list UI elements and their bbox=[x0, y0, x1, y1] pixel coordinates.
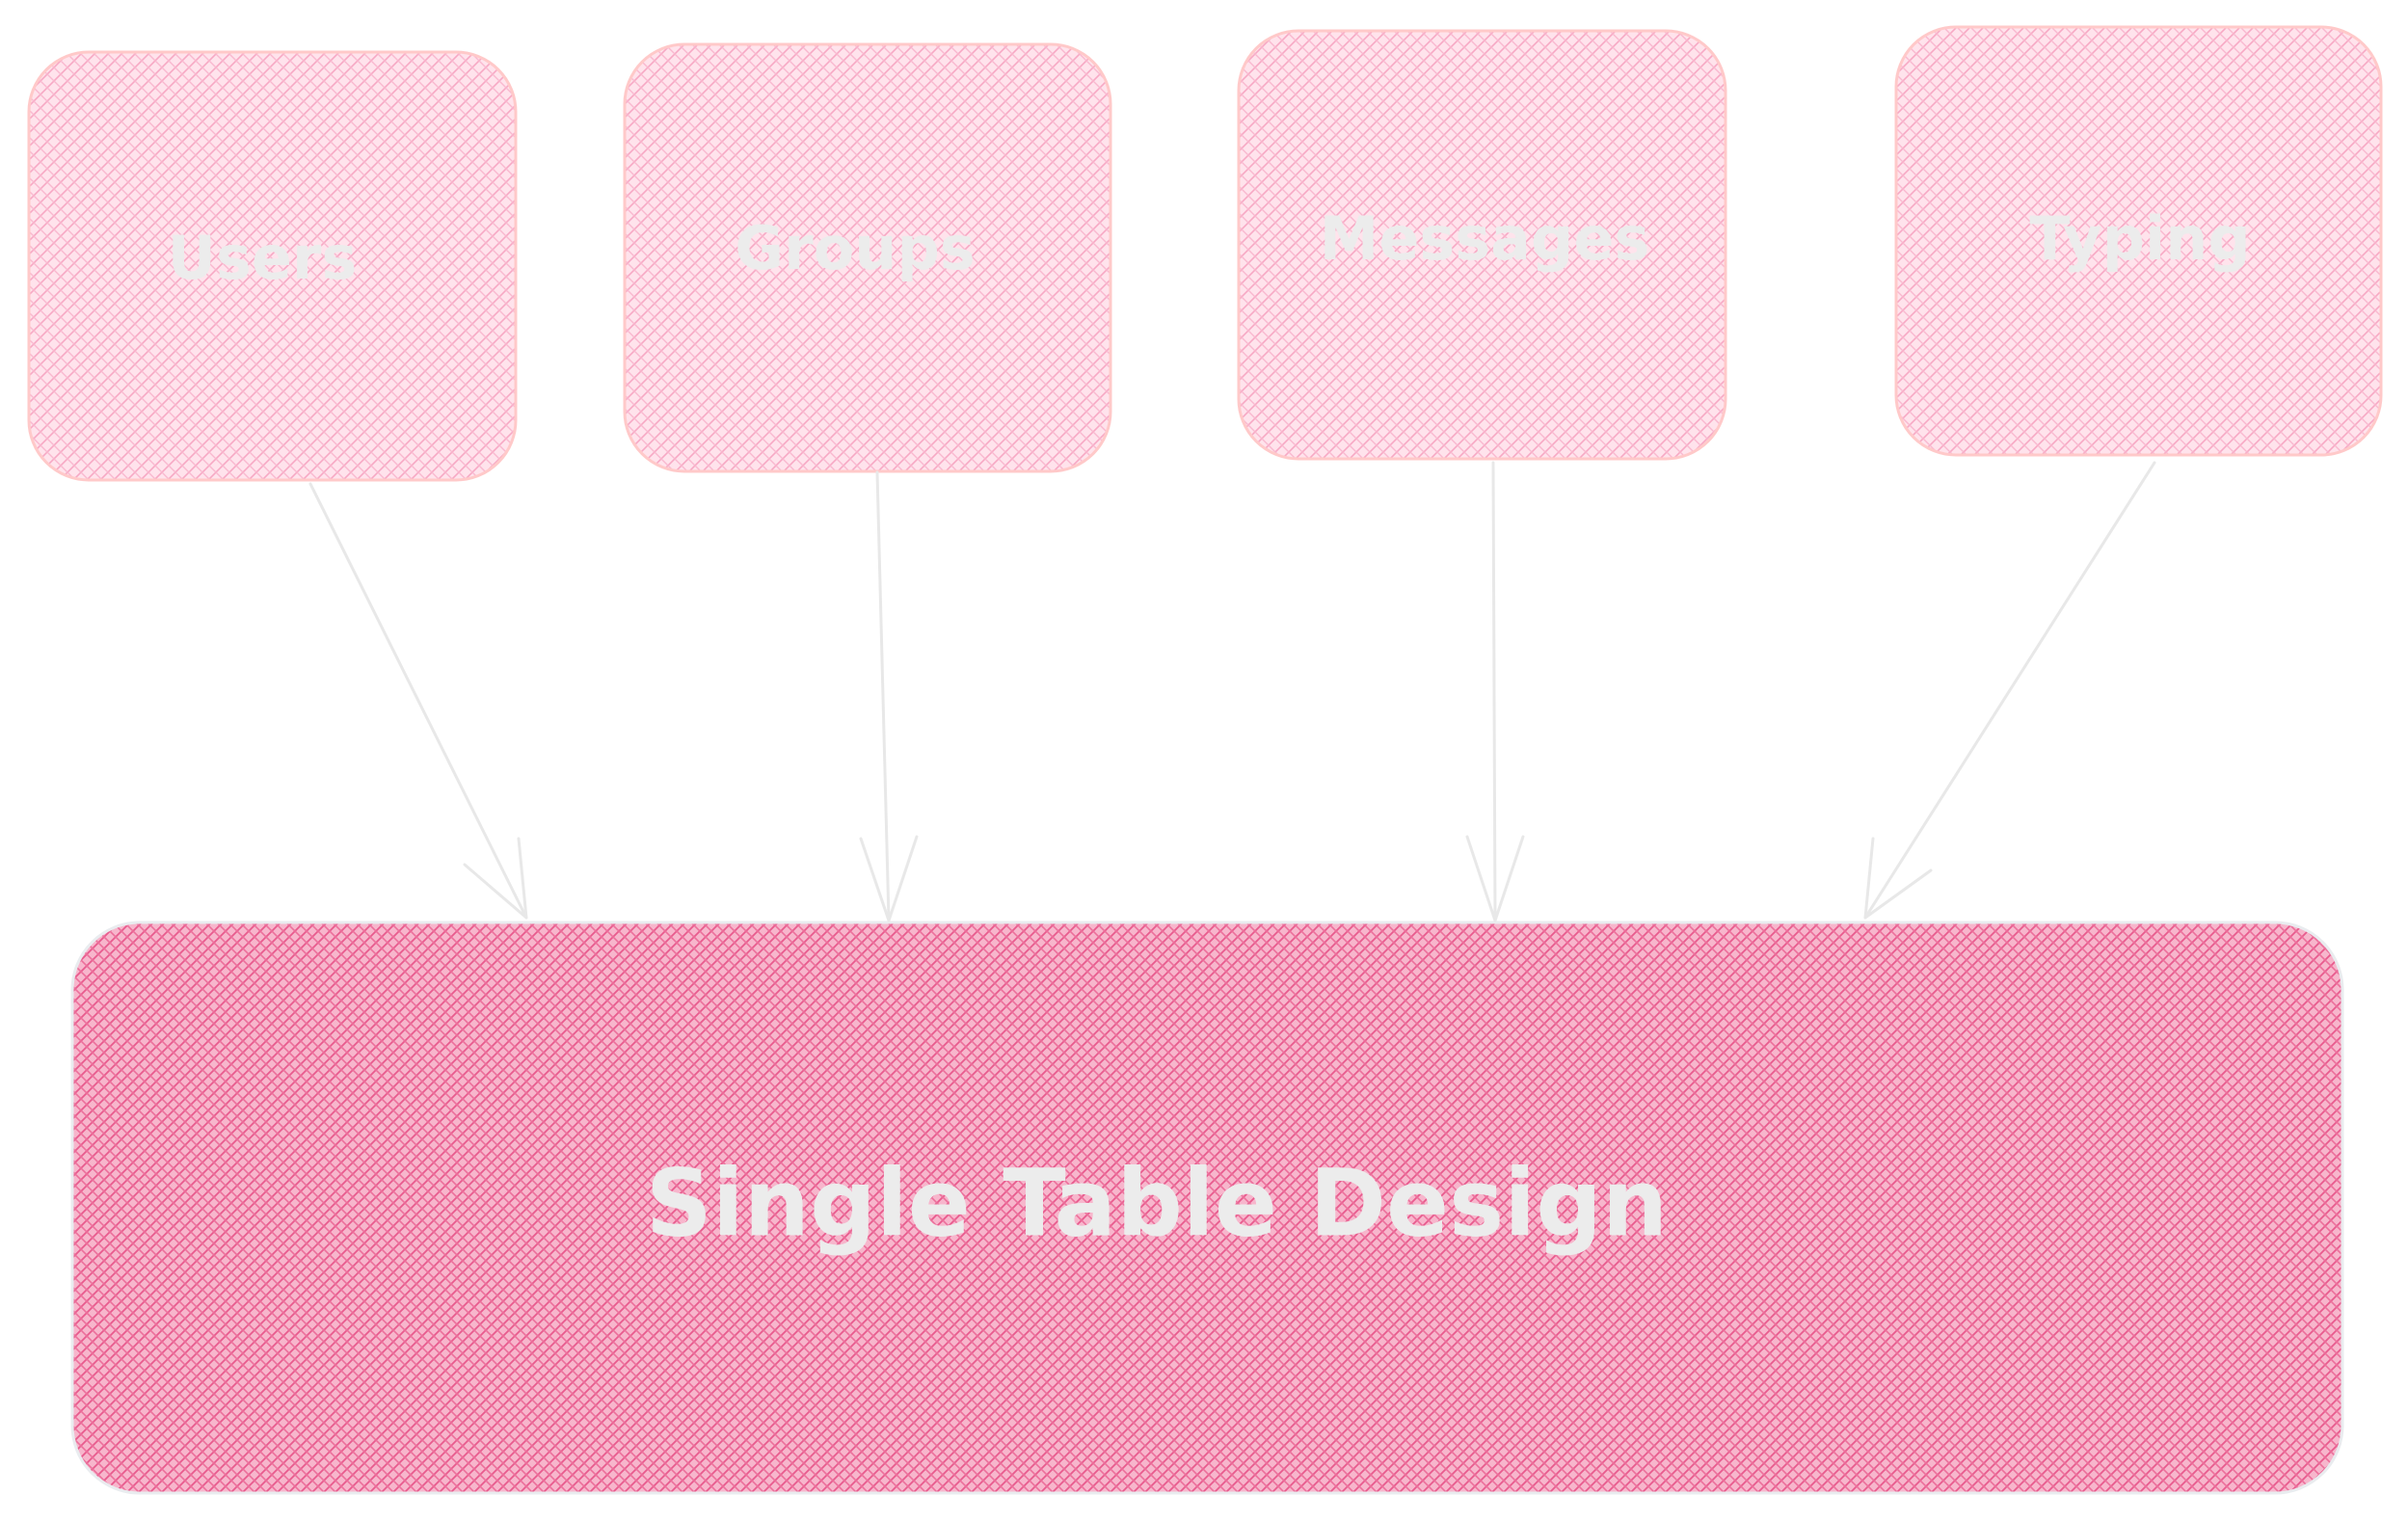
architecture-diagram: Users Groups Messages Typing Single Tabl… bbox=[27, 25, 2383, 1495]
node-messages-label: Messages bbox=[1320, 203, 1650, 274]
node-users-label: Users bbox=[168, 223, 358, 293]
node-single-table-label: Single Table Design bbox=[646, 1149, 1669, 1257]
node-typing-label: Typing bbox=[2029, 203, 2251, 274]
node-typing[interactable]: Typing bbox=[1894, 25, 2383, 457]
edge-messages-to-single-table bbox=[1465, 461, 1525, 922]
node-groups[interactable]: Groups bbox=[623, 42, 1112, 473]
node-messages[interactable]: Messages bbox=[1237, 29, 1727, 461]
edge-users-to-single-table bbox=[308, 482, 528, 920]
node-users[interactable]: Users bbox=[27, 50, 518, 482]
node-groups-label: Groups bbox=[735, 213, 975, 283]
node-single-table[interactable]: Single Table Design bbox=[70, 921, 2344, 1495]
edge-groups-to-single-table bbox=[859, 470, 919, 922]
edge-typing-to-single-table bbox=[1863, 461, 2156, 920]
